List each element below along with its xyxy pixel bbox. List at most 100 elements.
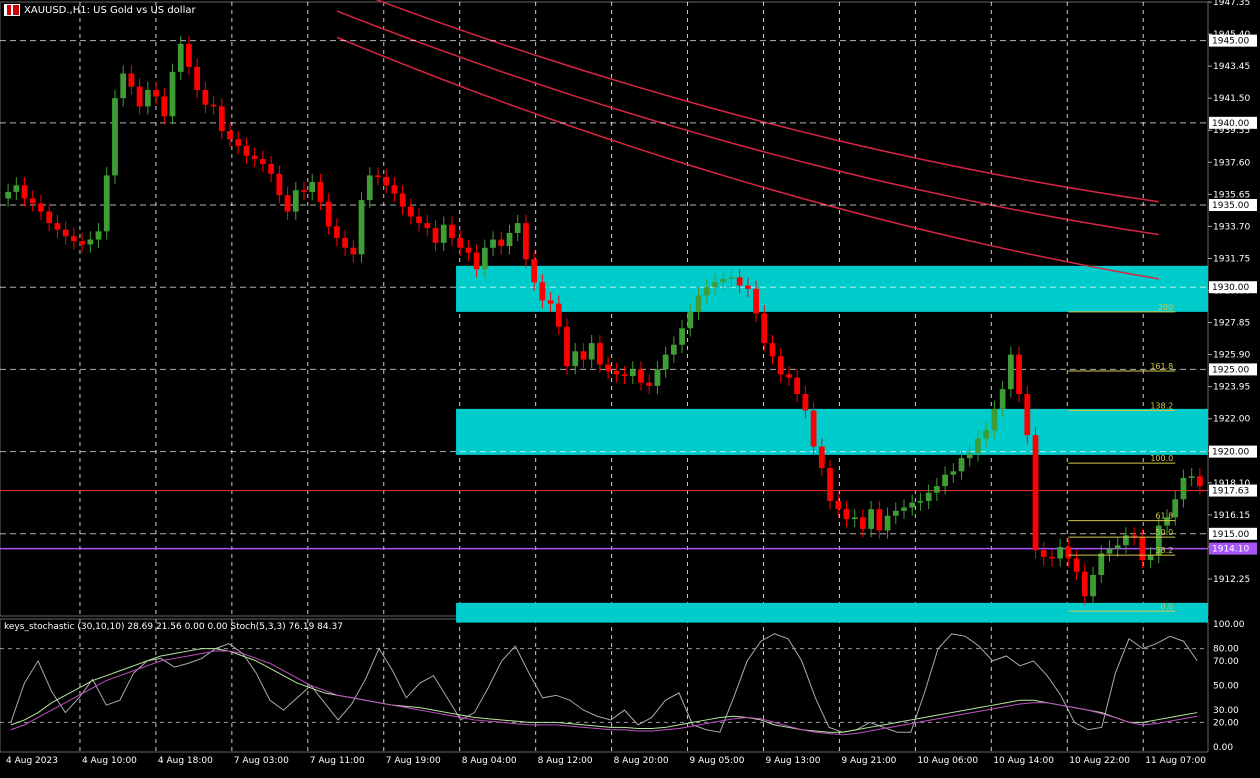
candle-body bbox=[654, 369, 661, 386]
candle-body bbox=[251, 155, 258, 159]
time-label: 7 Aug 03:00 bbox=[234, 756, 289, 766]
price-level-label: 1935.00 bbox=[1212, 201, 1249, 211]
candle-body bbox=[1065, 546, 1072, 559]
candle-body bbox=[1197, 476, 1203, 487]
candle-body bbox=[917, 500, 924, 503]
candle-body bbox=[1073, 558, 1080, 572]
price-level-label: 1930.00 bbox=[1212, 283, 1249, 293]
candle-body bbox=[613, 371, 620, 375]
candle-body bbox=[1057, 546, 1064, 559]
candle-body bbox=[218, 106, 225, 132]
candle-body bbox=[95, 231, 102, 240]
candle-body bbox=[1049, 556, 1055, 559]
price-level-label: 1925.00 bbox=[1212, 365, 1249, 375]
candle-body bbox=[144, 89, 151, 107]
candle-body bbox=[87, 239, 94, 245]
candle-body bbox=[5, 191, 11, 199]
candle-body bbox=[1016, 354, 1022, 395]
time-label: 4 Aug 18:00 bbox=[158, 756, 213, 766]
time-label: 9 Aug 21:00 bbox=[841, 756, 896, 766]
time-label: 10 Aug 14:00 bbox=[993, 756, 1054, 766]
candle-body bbox=[868, 509, 874, 529]
candle-body bbox=[292, 190, 299, 212]
candle-body bbox=[13, 185, 20, 192]
price-tick-label: 1935.65 bbox=[1213, 190, 1250, 200]
candle-body bbox=[555, 303, 562, 327]
fibonacci-label: 38.2 bbox=[1155, 546, 1173, 555]
chart-stage[interactable]: 4 Aug 2023 4 Aug 10:00 4 Aug 18:00 7 Aug 03… bbox=[0, 0, 1260, 774]
candle-body bbox=[786, 374, 792, 378]
candle-body bbox=[934, 486, 940, 493]
candle-body bbox=[54, 223, 61, 230]
candle-body bbox=[958, 458, 965, 472]
candle-body bbox=[350, 247, 357, 255]
candle-body bbox=[835, 500, 842, 510]
price-level-label: 1940.00 bbox=[1212, 119, 1249, 129]
candle-body bbox=[950, 471, 957, 475]
candle-body bbox=[70, 236, 77, 242]
price-tick-label: 1916.15 bbox=[1213, 511, 1250, 521]
price-tick-label: 1923.95 bbox=[1213, 383, 1250, 393]
supply-demand-zone bbox=[456, 602, 1208, 623]
time-label: 10 Aug 22:00 bbox=[1069, 756, 1130, 766]
candle-body bbox=[753, 288, 759, 314]
candle-body bbox=[136, 86, 143, 107]
candle-body bbox=[769, 343, 776, 357]
candle-body bbox=[342, 237, 348, 248]
candle-body bbox=[358, 200, 365, 255]
candle-body bbox=[736, 277, 743, 286]
candle-body bbox=[391, 185, 398, 194]
candle-body bbox=[1081, 571, 1088, 597]
time-label: 4 Aug 10:00 bbox=[82, 756, 137, 766]
candle-body bbox=[999, 389, 1006, 409]
time-label: 7 Aug 11:00 bbox=[310, 756, 365, 766]
chart-canvas[interactable]: 4 Aug 2023 4 Aug 10:00 4 Aug 18:00 7 Aug 03… bbox=[0, 0, 1260, 774]
candle-body bbox=[498, 239, 505, 247]
candle-body bbox=[605, 364, 611, 372]
candle-body bbox=[407, 206, 414, 217]
candle-body bbox=[416, 216, 422, 224]
candle-body bbox=[777, 356, 784, 375]
price-tick-label: 1941.50 bbox=[1213, 94, 1250, 104]
candle-body bbox=[983, 430, 990, 439]
candle-body bbox=[810, 410, 817, 447]
candle-body bbox=[457, 237, 464, 248]
candle-body bbox=[679, 328, 685, 345]
candle-body bbox=[1188, 476, 1195, 478]
candle-body bbox=[38, 203, 44, 212]
candle-body bbox=[531, 259, 538, 283]
price-tick-label: 1927.85 bbox=[1213, 319, 1250, 329]
candle-body bbox=[843, 509, 850, 520]
candle-body bbox=[638, 369, 644, 383]
candle-body bbox=[153, 89, 159, 97]
candle-body bbox=[942, 474, 948, 487]
fibonacci-label: 100.0 bbox=[1150, 454, 1173, 463]
fibonacci-label: 0.0 bbox=[1160, 602, 1173, 611]
candle-body bbox=[235, 139, 242, 146]
indicator-title: keys_stochastic (30,10,10) 28.69 21.56 0… bbox=[4, 622, 343, 632]
chart-title: XAUUSD.,H1: US Gold vs US dollar bbox=[24, 4, 196, 16]
candle-body bbox=[991, 408, 998, 431]
time-label: 10 Aug 06:00 bbox=[917, 756, 978, 766]
candle-body bbox=[1024, 394, 1031, 436]
fibonacci-label: 61.8 bbox=[1155, 512, 1173, 521]
price-level-label: 1917.63 bbox=[1212, 487, 1249, 497]
candle-body bbox=[177, 43, 184, 72]
symbol-flag-icon bbox=[4, 4, 20, 16]
oscillator-line bbox=[10, 648, 1198, 733]
time-label: 11 Aug 07:00 bbox=[1145, 756, 1206, 766]
candle-body bbox=[243, 145, 250, 156]
candle-body bbox=[514, 223, 521, 233]
oscillator-tick-label: 70.00 bbox=[1213, 657, 1239, 667]
candle-body bbox=[260, 158, 266, 164]
candle-body bbox=[276, 173, 283, 196]
candle-body bbox=[728, 277, 735, 279]
candle-body bbox=[629, 369, 636, 376]
candle-body bbox=[580, 351, 587, 360]
candle-body bbox=[802, 394, 809, 411]
candle-body bbox=[892, 510, 899, 516]
candle-body bbox=[325, 201, 332, 227]
price-tick-label: 1925.90 bbox=[1213, 351, 1250, 361]
candle-body bbox=[375, 175, 381, 178]
candle-body bbox=[1180, 477, 1187, 500]
